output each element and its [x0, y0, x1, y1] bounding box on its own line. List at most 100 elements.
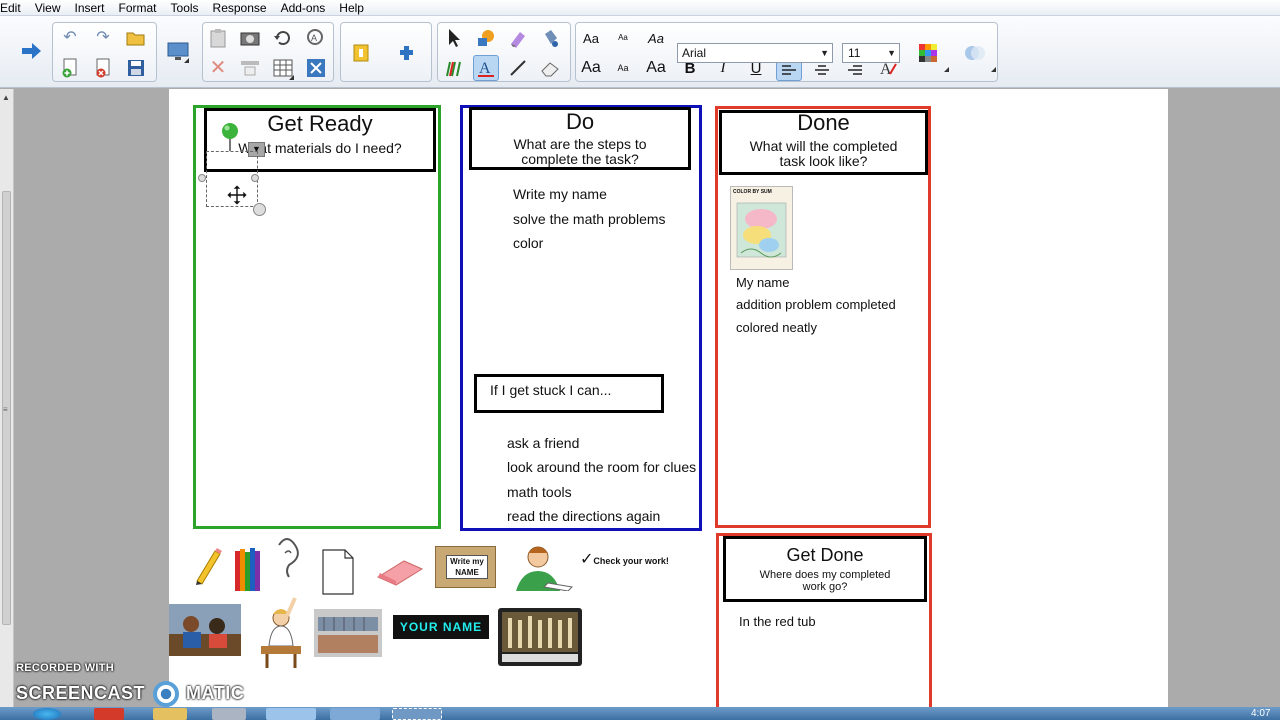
menu-add-ons[interactable]: Add-ons [274, 0, 333, 16]
completed-worksheet-image[interactable]: COLOR BY SUM [730, 186, 793, 270]
scale-handle[interactable] [253, 203, 266, 216]
select-tool-icon[interactable] [441, 25, 467, 51]
menu-edit[interactable]: Edit [0, 0, 28, 16]
taskbar-app[interactable] [392, 708, 442, 720]
table-icon[interactable] [270, 55, 296, 81]
clear-page-icon[interactable] [237, 55, 263, 81]
stuck-header[interactable]: If I get stuck I can... [474, 374, 664, 413]
start-button[interactable] [33, 708, 61, 720]
tub-photo[interactable] [498, 608, 582, 666]
taskbar-tool[interactable] [212, 708, 246, 720]
done-item[interactable]: My name [736, 275, 789, 290]
menu-response[interactable]: Response [206, 0, 274, 16]
listening-ear-icon[interactable] [271, 531, 301, 583]
next-page-icon[interactable] [18, 38, 44, 64]
pushpin-icon[interactable] [220, 123, 242, 153]
display-icon[interactable] [165, 38, 191, 64]
rotate-icon[interactable] [270, 25, 296, 51]
add-page-icon[interactable] [57, 55, 83, 81]
write-my-name-card[interactable]: Write my NAME [435, 546, 496, 588]
spell-check-icon[interactable]: A [303, 25, 329, 51]
worksheet-picture [736, 202, 787, 258]
delete-icon[interactable]: ✕ [205, 55, 231, 81]
raise-hand-icon[interactable] [257, 596, 305, 668]
screen-capture-icon[interactable] [237, 25, 263, 51]
do-header[interactable]: Do What are the steps to complete the ta… [469, 107, 691, 170]
menu-view[interactable]: View [28, 0, 68, 16]
crayons-icon[interactable] [233, 545, 263, 593]
svg-text:A: A [479, 60, 491, 77]
classroom-photo[interactable] [314, 609, 382, 657]
taskbar-app[interactable] [330, 708, 380, 720]
taskbar-folder[interactable] [153, 708, 187, 720]
students-photo[interactable] [169, 604, 241, 656]
text-tool-icon[interactable]: A [473, 55, 499, 81]
save-icon[interactable] [123, 55, 149, 81]
menu-tools[interactable]: Tools [164, 0, 206, 16]
text-style-6[interactable]: Aa [643, 55, 669, 81]
full-screen-icon[interactable] [303, 55, 329, 81]
pencil-icon[interactable] [193, 545, 223, 585]
do-step[interactable]: color [513, 235, 543, 251]
whiteboard-page[interactable]: Get Ready What materials do I need? ▼ Do… [169, 89, 1168, 720]
stuck-item[interactable]: read the directions again [507, 508, 660, 524]
transparency-icon[interactable] [962, 40, 996, 72]
windows-taskbar: 4:07 [0, 707, 1280, 720]
text-style-4[interactable]: Aa [578, 55, 604, 81]
write-my-name-text: Write my NAME [446, 555, 488, 579]
your-name-banner[interactable]: YOUR NAME [393, 615, 489, 639]
stuck-item[interactable]: ask a friend [507, 435, 579, 451]
check-work-text: Check your work! [593, 556, 669, 566]
taskbar-chrome[interactable] [94, 708, 124, 720]
rotate-handle[interactable] [251, 174, 259, 182]
done-item[interactable]: colored neatly [736, 320, 817, 335]
menu-format[interactable]: Format [112, 0, 164, 16]
eraser-tool-icon[interactable] [537, 55, 563, 81]
text-style-3[interactable]: Aa [643, 25, 669, 51]
open-file-icon[interactable] [123, 25, 149, 51]
fill-tool-icon[interactable] [537, 25, 563, 51]
taskbar-app[interactable] [266, 708, 316, 720]
undo-icon[interactable]: ↶ [57, 25, 83, 51]
text-style-5[interactable]: Aa [610, 55, 636, 81]
get-done-header[interactable]: Get Done Where does my completed work go… [723, 536, 927, 602]
add-ons-icon[interactable] [395, 40, 421, 66]
scroll-up-icon[interactable]: ▲ [2, 93, 10, 102]
menu-help[interactable]: Help [332, 0, 371, 16]
do-step[interactable]: Write my name [513, 186, 607, 202]
magic-pen-icon[interactable] [505, 25, 531, 51]
color-palette-icon[interactable] [915, 40, 949, 72]
svg-text:A: A [880, 61, 892, 78]
watermark-brand-suffix: MATIC [186, 682, 245, 703]
svg-text:A: A [311, 33, 317, 43]
menu-insert[interactable]: Insert [67, 0, 111, 16]
student-writing-icon[interactable] [508, 543, 574, 591]
text-style-2[interactable]: Aa [610, 25, 636, 51]
get-done-answer[interactable]: In the red tub [739, 614, 816, 629]
do-step[interactable]: solve the math problems [513, 211, 666, 227]
line-tool-icon[interactable] [505, 55, 531, 81]
font-name-select[interactable]: Arial ▼ [677, 43, 833, 63]
resize-handle[interactable] [198, 174, 206, 182]
canvas-margin [1168, 89, 1280, 709]
eraser-icon[interactable] [374, 555, 426, 587]
done-item[interactable]: addition problem completed [736, 297, 896, 312]
done-header[interactable]: Done What will the completed task look l… [719, 110, 928, 175]
watermark-brand: SCREENCAST [16, 682, 146, 703]
side-scrollbar[interactable]: ▲ ≡ [0, 89, 14, 720]
check-work-icon[interactable]: ✓Check your work! [580, 552, 669, 568]
paste-icon[interactable] [205, 25, 231, 51]
shapes-tool-icon[interactable] [473, 25, 499, 51]
properties-icon[interactable] [348, 40, 374, 66]
stuck-item[interactable]: math tools [507, 484, 572, 500]
font-size-select[interactable]: 11 ▼ [842, 43, 900, 63]
paper-icon[interactable] [320, 548, 356, 596]
delete-page-icon[interactable] [90, 55, 116, 81]
pen-tool-icon[interactable] [441, 55, 467, 81]
done-subtitle: What will the completed task look like? [749, 138, 898, 169]
font-name-value: Arial [682, 46, 707, 60]
text-style-1[interactable]: Aa [578, 25, 604, 51]
redo-icon[interactable]: ↷ [90, 25, 116, 51]
done-title: Done [797, 110, 850, 135]
stuck-item[interactable]: look around the room for clues [507, 459, 696, 475]
